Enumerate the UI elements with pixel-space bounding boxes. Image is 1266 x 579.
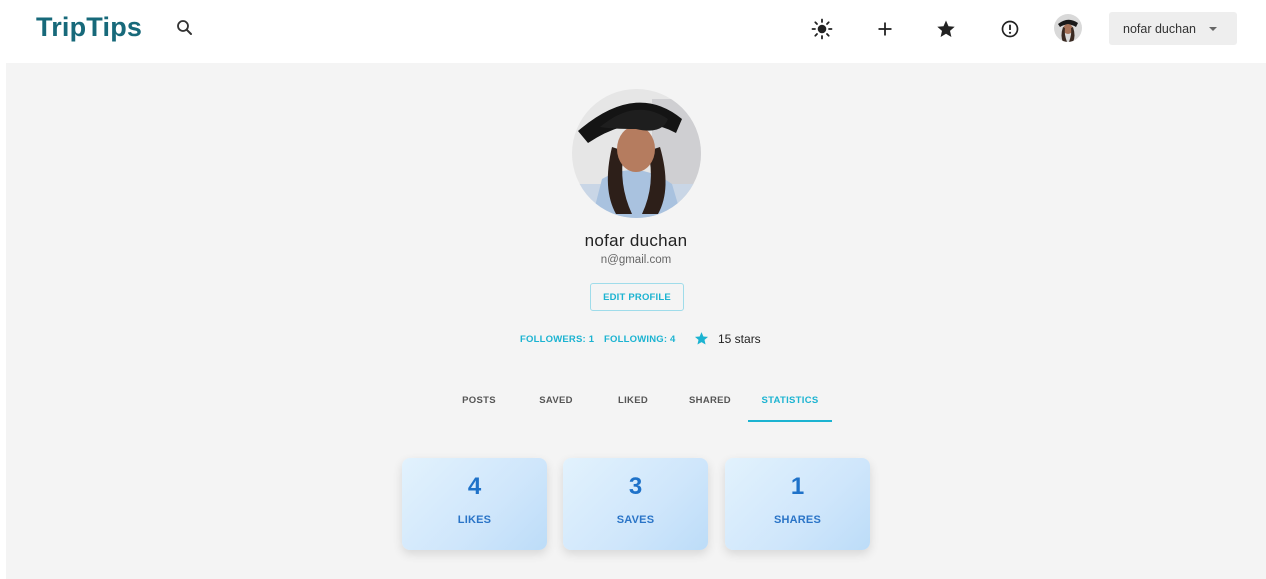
stat-label: LIKES <box>457 514 492 526</box>
star-icon[interactable] <box>934 17 958 41</box>
stat-card-likes: 4 LIKES <box>402 458 547 550</box>
tab-saved[interactable]: SAVED <box>530 395 582 406</box>
top-bar: TripTips nofar duchan <box>0 0 1266 62</box>
search-icon[interactable] <box>174 17 196 39</box>
app-logo[interactable]: TripTips <box>36 12 142 43</box>
chevron-down-icon <box>1208 26 1217 31</box>
followers-link[interactable]: FOLLOWERS: 1 <box>520 334 594 345</box>
plus-icon[interactable] <box>873 17 897 41</box>
profile-name: nofar duchan <box>584 231 688 250</box>
sun-icon[interactable] <box>810 17 834 41</box>
stat-card-saves: 3 SAVES <box>563 458 708 550</box>
stat-value: 3 <box>628 473 643 500</box>
tab-shared[interactable]: SHARED <box>684 395 736 406</box>
tab-posts[interactable]: POSTS <box>453 395 505 406</box>
profile-page: nofar duchan n@gmail.com EDIT PROFILE FO… <box>6 63 1266 579</box>
user-menu-label: nofar duchan <box>1123 21 1196 36</box>
profile-email: n@gmail.com <box>600 254 672 266</box>
star-icon <box>694 331 709 346</box>
user-menu-dropdown[interactable]: nofar duchan <box>1109 12 1237 45</box>
stat-label: SHARES <box>773 514 822 526</box>
user-avatar[interactable] <box>1054 14 1082 42</box>
stat-label: SAVES <box>616 514 655 526</box>
stat-value: 4 <box>467 473 482 500</box>
tab-liked[interactable]: LIKED <box>607 395 659 406</box>
active-tab-indicator <box>748 420 832 422</box>
exclamation-circle-icon[interactable] <box>998 17 1022 41</box>
profile-avatar <box>572 89 701 218</box>
stat-value: 1 <box>790 473 805 500</box>
edit-profile-button[interactable]: EDIT PROFILE <box>590 283 684 311</box>
stars-count: 15 stars <box>718 332 761 346</box>
stat-card-shares: 1 SHARES <box>725 458 870 550</box>
tab-statistics[interactable]: STATISTICS <box>750 395 830 406</box>
following-link[interactable]: FOLLOWING: 4 <box>604 334 676 345</box>
